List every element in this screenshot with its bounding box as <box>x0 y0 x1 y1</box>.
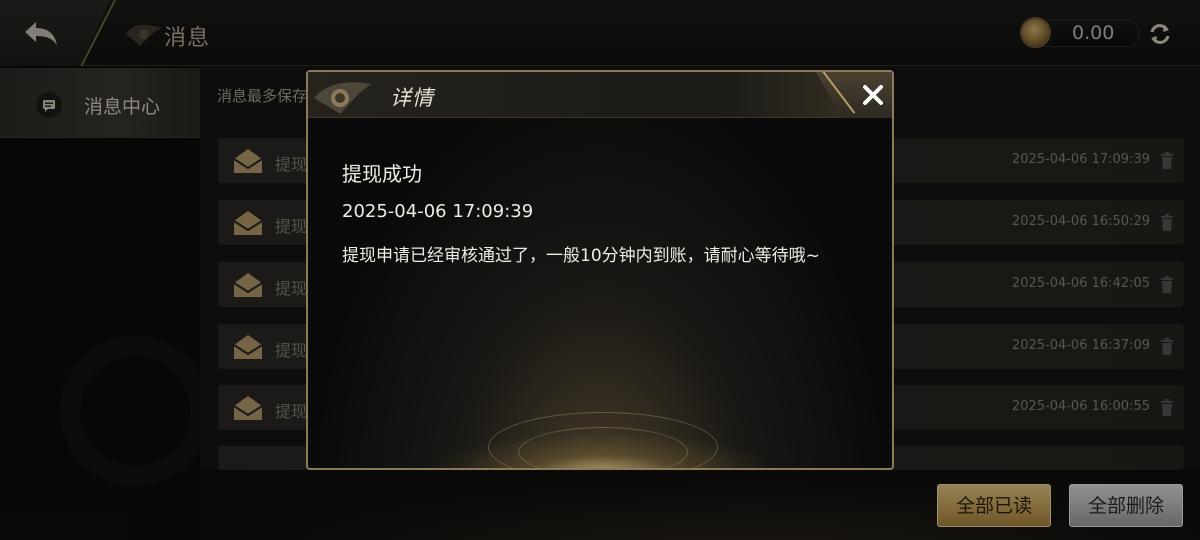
dialog-title: 详情 <box>390 86 434 110</box>
detail-dialog: 详情 提现成功 2025-04-06 17:09:39 提现申请已经审核通过了，… <box>306 70 894 470</box>
detail-time: 2025-04-06 17:09:39 <box>342 201 534 222</box>
detail-body: 提现申请已经审核通过了，一般10分钟内到账，请耐心等待哦~ <box>342 246 820 266</box>
dialog-emblem-icon <box>310 74 380 116</box>
close-button[interactable] <box>860 82 886 108</box>
close-icon <box>863 85 883 105</box>
dialog-header: 详情 <box>308 72 892 118</box>
dialog-glow <box>428 432 778 468</box>
detail-title: 提现成功 <box>342 162 422 186</box>
